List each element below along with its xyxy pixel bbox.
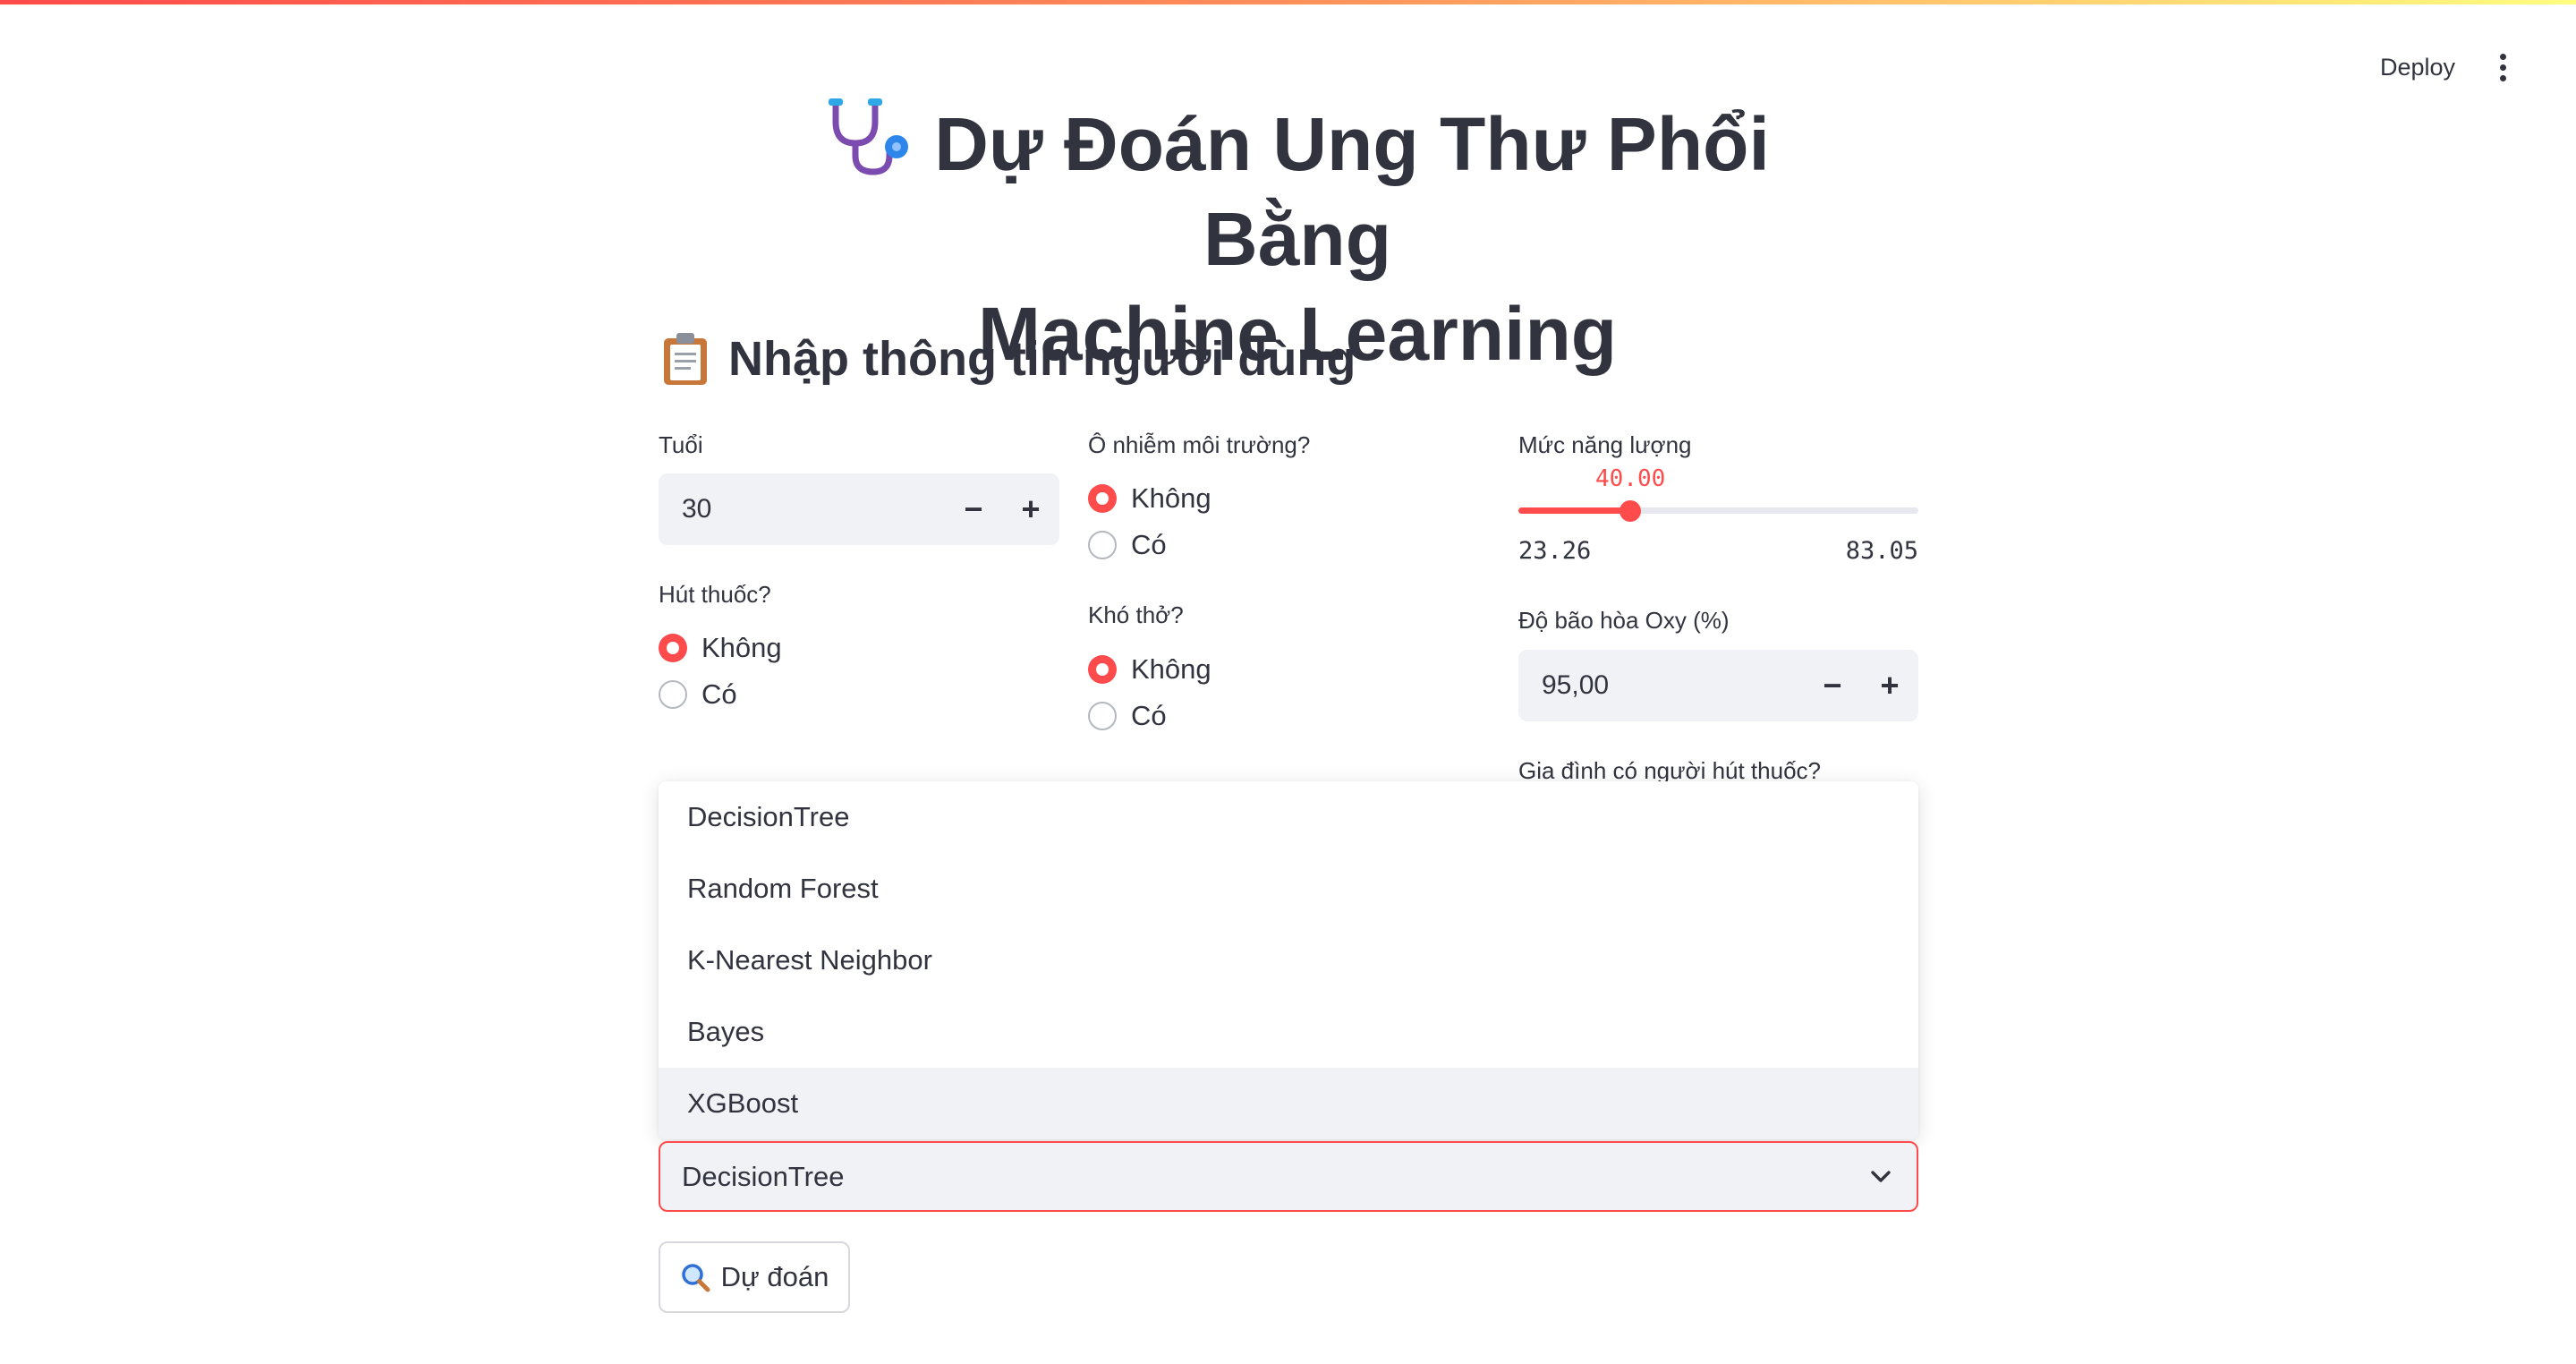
model-dropdown-menu: DecisionTree Random Forest K-Nearest Nei… (659, 781, 1918, 1139)
radio-unchecked-icon (1088, 702, 1117, 730)
oxygen-decrement-button[interactable]: − (1804, 667, 1861, 704)
age-value: 30 (682, 494, 712, 524)
breathing-option-yes-label: Có (1131, 700, 1167, 731)
model-select-value: DecisionTree (682, 1160, 845, 1192)
radio-unchecked-icon (1088, 531, 1117, 559)
clipboard-icon (664, 333, 707, 385)
radio-checked-icon (1088, 655, 1117, 684)
energy-slider-min: 23.26 (1518, 537, 1592, 565)
energy-slider-thumb[interactable] (1620, 500, 1642, 522)
breathing-option-yes[interactable]: Có (1088, 700, 1167, 732)
smoking-option-yes-label: Có (701, 678, 737, 710)
menu-option-xgboost[interactable]: XGBoost (659, 1068, 1918, 1139)
chevron-down-icon (1845, 1170, 1917, 1184)
deploy-button[interactable]: Deploy (2380, 54, 2455, 81)
predict-button[interactable]: Dự đoán (659, 1241, 850, 1313)
hidden-column2-label (1088, 765, 1213, 781)
radio-checked-icon (1088, 484, 1117, 513)
kebab-menu-icon[interactable] (2493, 50, 2513, 85)
breathing-option-no[interactable]: Không (1088, 653, 1211, 686)
pollution-option-yes[interactable]: Có (1088, 529, 1167, 561)
oxygen-value: 95,00 (1542, 670, 1610, 700)
age-increment-button[interactable]: + (1002, 490, 1059, 528)
energy-slider-fill (1518, 507, 1631, 514)
pollution-option-no[interactable]: Không (1088, 482, 1211, 515)
menu-option-random-forest[interactable]: Random Forest (659, 853, 1918, 925)
top-decoration-bar (0, 0, 2576, 4)
energy-slider-value: 40.00 (1595, 465, 1666, 492)
menu-option-knn[interactable]: K-Nearest Neighbor (659, 925, 1918, 996)
menu-option-decisiontree[interactable]: DecisionTree (659, 781, 1918, 853)
age-input[interactable]: 30 − + (659, 473, 1059, 545)
pollution-label: Ô nhiễm môi trường? (1088, 431, 1311, 458)
smoking-label: Hút thuốc? (659, 581, 771, 608)
magnifier-icon (681, 1264, 710, 1292)
smoking-option-no-label: Không (701, 632, 782, 663)
pollution-option-no-label: Không (1131, 482, 1211, 514)
energy-label: Mức năng lượng (1518, 431, 1692, 458)
pollution-option-yes-label: Có (1131, 529, 1167, 560)
energy-slider[interactable] (1518, 500, 1918, 522)
energy-slider-max: 83.05 (1845, 537, 1918, 565)
breathing-label: Khó thở? (1088, 601, 1184, 628)
section-subheader: Nhập thông tin người dùng (662, 331, 1356, 387)
model-select[interactable]: DecisionTree (659, 1141, 1918, 1212)
age-decrement-button[interactable]: − (945, 490, 1002, 528)
radio-unchecked-icon (659, 680, 687, 709)
smoking-option-no[interactable]: Không (659, 632, 782, 664)
oxygen-increment-button[interactable]: + (1861, 667, 1918, 704)
subheader-text: Nhập thông tin người dùng (728, 332, 1356, 386)
header-actions: Deploy (2380, 50, 2513, 85)
oxygen-label: Độ bão hòa Oxy (%) (1518, 607, 1730, 634)
breathing-option-no-label: Không (1131, 653, 1211, 685)
stethoscope-icon (829, 98, 909, 175)
menu-option-bayes[interactable]: Bayes (659, 996, 1918, 1068)
oxygen-input[interactable]: 95,00 − + (1518, 650, 1918, 721)
predict-button-label: Dự đoán (720, 1261, 829, 1292)
radio-checked-icon (659, 634, 687, 662)
smoking-option-yes[interactable]: Có (659, 678, 737, 711)
age-label: Tuổi (659, 431, 703, 458)
title-line-1: Dự Đoán Ung Thư Phổi Bằng (934, 102, 1770, 281)
